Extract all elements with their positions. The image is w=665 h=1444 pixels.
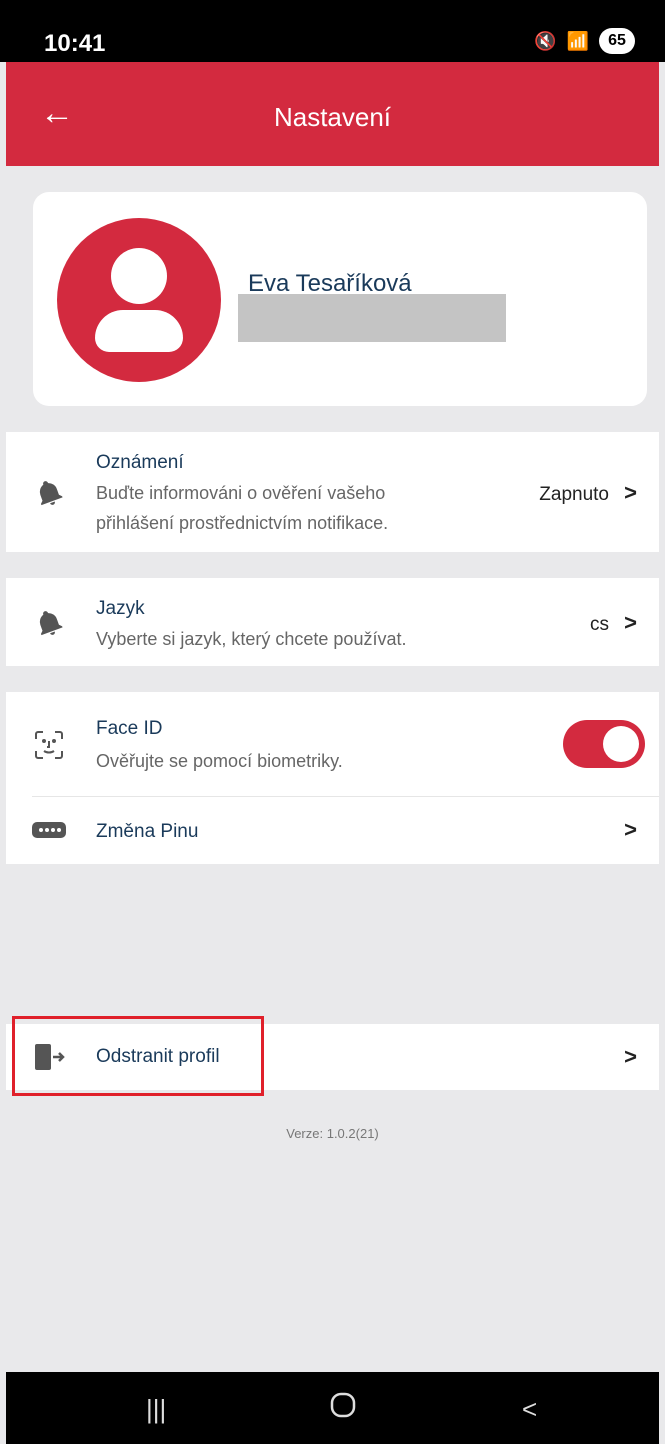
profile-card: Eva Tesaříková: [33, 192, 647, 406]
status-time: 10:41: [44, 30, 106, 57]
status-icons: 🔇 📶 65: [534, 28, 635, 54]
chevron-right-icon: >: [624, 480, 637, 505]
notifications-section: Oznámení Buďte informováni o ověření vaš…: [6, 432, 659, 552]
recent-apps-icon[interactable]: |||: [146, 1394, 166, 1425]
language-title: Jazyk: [96, 598, 145, 619]
language-value: cs: [590, 614, 609, 635]
bell-icon: [32, 478, 66, 508]
toggle-knob: [603, 726, 639, 762]
chevron-right-icon: >: [624, 1044, 637, 1069]
redacted-field: [238, 294, 506, 342]
system-nav-bar: ||| <: [6, 1372, 659, 1444]
notifications-row[interactable]: Oznámení Buďte informováni o ověření vaš…: [6, 432, 659, 552]
pin-change-row[interactable]: Změna Pinu >: [6, 797, 659, 864]
home-icon[interactable]: [330, 1392, 356, 1425]
notifications-title: Oznámení: [96, 452, 184, 473]
pin-change-title: Změna Pinu: [96, 821, 199, 842]
notifications-value: Zapnuto: [539, 484, 609, 505]
avatar-body-shape: [95, 310, 183, 352]
highlight-box: [12, 1016, 264, 1096]
bell-icon: [32, 608, 66, 638]
avatar-head-shape: [111, 248, 167, 304]
face-id-icon: [32, 730, 66, 760]
language-desc: Vyberte si jazyk, který chcete používat.: [96, 629, 407, 649]
mute-icon: 🔇: [534, 30, 557, 51]
status-bar: 10:41 🔇 📶 65: [0, 0, 665, 62]
language-section: Jazyk Vyberte si jazyk, který chcete pou…: [6, 578, 659, 666]
notifications-desc-line2: přihlášení prostřednictvím notifikace.: [96, 513, 389, 533]
security-section: Face ID Ověřujte se pomocí biometriky. Z…: [6, 692, 659, 864]
language-row[interactable]: Jazyk Vyberte si jazyk, který chcete pou…: [6, 578, 659, 666]
chevron-right-icon: >: [624, 610, 637, 635]
faceid-row: Face ID Ověřujte se pomocí biometriky.: [6, 692, 659, 796]
pin-keyboard-icon: [32, 815, 66, 845]
chevron-right-icon: >: [624, 817, 637, 842]
faceid-title: Face ID: [96, 718, 163, 739]
wifi-icon: 📶: [566, 30, 589, 51]
version-label: Verze: 1.0.2(21): [286, 1126, 379, 1141]
page-title: Nastavení: [273, 102, 392, 132]
avatar: [57, 218, 221, 382]
app-bar: ← Nastavení: [6, 62, 659, 166]
back-nav-icon[interactable]: <: [522, 1394, 537, 1425]
notifications-desc-line1: Buďte informováni o ověření vašeho: [96, 483, 386, 503]
faceid-toggle[interactable]: [563, 720, 645, 768]
faceid-desc: Ověřujte se pomocí biometriky.: [96, 751, 343, 771]
battery-icon: 65: [599, 28, 635, 54]
